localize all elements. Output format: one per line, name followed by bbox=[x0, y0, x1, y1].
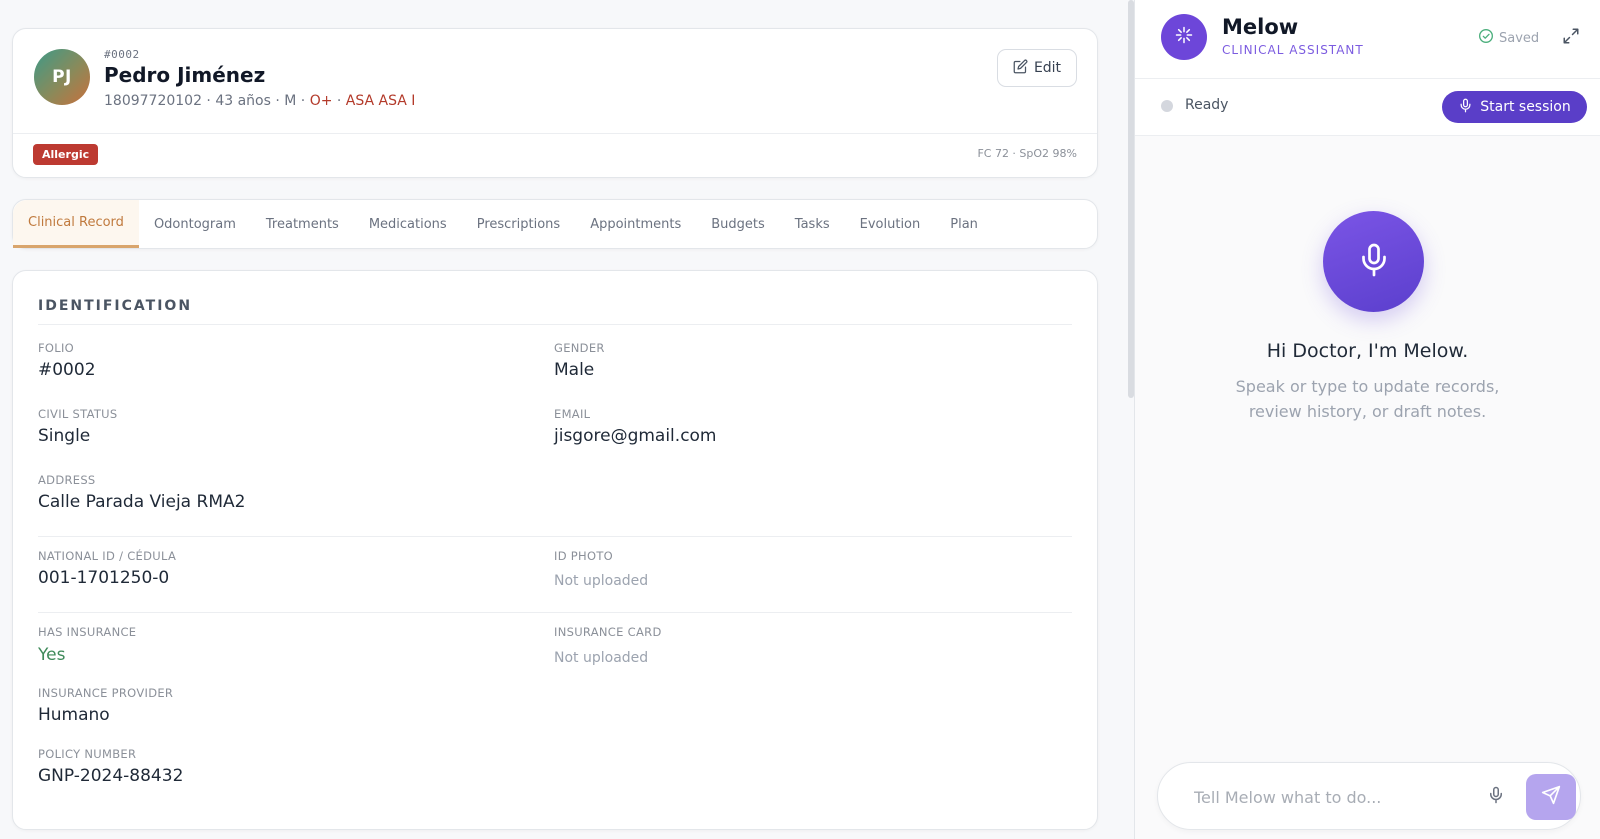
status-text: Ready bbox=[1185, 97, 1229, 113]
mic-icon bbox=[1356, 242, 1392, 282]
address-label: ADDRESS bbox=[38, 473, 96, 487]
mic-icon bbox=[1458, 98, 1473, 117]
greeting-line: review history, or draft notes. bbox=[1248, 402, 1487, 421]
insurance-provider-label: INSURANCE PROVIDER bbox=[38, 686, 174, 700]
has-insurance-value: Yes bbox=[38, 645, 66, 665]
patient-name: Pedro Jiménez bbox=[104, 63, 266, 87]
gender-value: Male bbox=[554, 360, 595, 380]
national-id-value: 001-1701250-0 bbox=[38, 568, 170, 588]
divider bbox=[38, 324, 1072, 325]
divider bbox=[1135, 135, 1600, 136]
id-photo-value: Not uploaded bbox=[554, 573, 649, 589]
civil-status-label: CIVIL STATUS bbox=[38, 407, 118, 421]
insurance-card-value: Not uploaded bbox=[554, 650, 649, 666]
asa-classification: ASA ASA I bbox=[345, 93, 416, 109]
policy-number-label: POLICY NUMBER bbox=[38, 747, 137, 761]
id-photo-label: ID PHOTO bbox=[554, 549, 614, 563]
tab-odontogram[interactable]: Odontogram bbox=[139, 200, 251, 248]
national-id-label: NATIONAL ID / CÉDULA bbox=[38, 549, 177, 563]
sparkle-icon bbox=[1174, 25, 1194, 49]
tab-tasks[interactable]: Tasks bbox=[780, 200, 845, 248]
start-session-button[interactable]: Start session bbox=[1442, 91, 1587, 123]
voice-mic-button[interactable] bbox=[1323, 211, 1424, 312]
record-tabs-card: Clinical Record Odontogram Treatments Me… bbox=[12, 199, 1098, 249]
status-dot bbox=[1161, 100, 1173, 112]
send-button[interactable] bbox=[1526, 774, 1576, 820]
patient-meta-separator: · bbox=[332, 93, 346, 109]
assistant-greeting-subtext: Speak or type to update records, review … bbox=[1135, 374, 1600, 424]
patient-record-panel: PJ #0002 Pedro Jiménez 18097720102 · 43 … bbox=[0, 0, 1128, 839]
tab-appointments[interactable]: Appointments bbox=[575, 200, 696, 248]
mic-icon bbox=[1487, 786, 1505, 808]
vitals-summary: FC 72 · SpO2 98% bbox=[977, 147, 1077, 160]
policy-number-value: GNP-2024-88432 bbox=[38, 766, 184, 786]
edit-icon bbox=[1013, 59, 1028, 78]
insurance-provider-value: Humano bbox=[38, 705, 110, 725]
folio-label: FOLIO bbox=[38, 341, 75, 355]
civil-status-value: Single bbox=[38, 426, 91, 446]
expand-icon bbox=[1562, 27, 1580, 49]
chat-input[interactable] bbox=[1194, 785, 1474, 809]
check-circle-icon bbox=[1478, 28, 1494, 48]
section-title: IDENTIFICATION bbox=[38, 298, 193, 314]
assistant-name: Melow bbox=[1222, 15, 1299, 39]
patient-avatar: PJ bbox=[34, 49, 90, 105]
divider bbox=[1135, 78, 1600, 79]
address-value: Calle Parada Vieja RMA2 bbox=[38, 492, 246, 512]
has-insurance-label: HAS INSURANCE bbox=[38, 625, 137, 639]
gender-label: GENDER bbox=[554, 341, 605, 355]
saved-status: Saved bbox=[1478, 28, 1539, 48]
tab-treatments[interactable]: Treatments bbox=[251, 200, 354, 248]
chat-input-bar bbox=[1157, 762, 1581, 830]
tab-evolution[interactable]: Evolution bbox=[845, 200, 936, 248]
tab-plan[interactable]: Plan bbox=[935, 200, 993, 248]
start-session-label: Start session bbox=[1480, 99, 1571, 115]
tab-medications[interactable]: Medications bbox=[354, 200, 462, 248]
melow-logo bbox=[1161, 14, 1207, 60]
patient-header-card: PJ #0002 Pedro Jiménez 18097720102 · 43 … bbox=[12, 28, 1098, 178]
send-icon bbox=[1541, 785, 1561, 809]
greeting-line: Speak or type to update records, bbox=[1235, 377, 1500, 396]
tab-clinical-record[interactable]: Clinical Record bbox=[13, 200, 139, 248]
assistant-greeting: Hi Doctor, I'm Melow. bbox=[1266, 340, 1469, 362]
edit-label: Edit bbox=[1033, 60, 1062, 76]
saved-label: Saved bbox=[1499, 30, 1540, 46]
patient-meta: 18097720102 · 43 años · M · O+ · ASA ASA… bbox=[104, 93, 415, 109]
assistant-panel: Melow CLINICAL ASSISTANT Saved Ready Sta… bbox=[1134, 0, 1600, 839]
edit-patient-button[interactable]: Edit bbox=[997, 49, 1077, 87]
divider bbox=[13, 133, 1097, 134]
email-label: EMAIL bbox=[554, 407, 591, 421]
tab-prescriptions[interactable]: Prescriptions bbox=[462, 200, 575, 248]
folio-value: #0002 bbox=[38, 360, 96, 380]
tab-budgets[interactable]: Budgets bbox=[696, 200, 780, 248]
insurance-card-label: INSURANCE CARD bbox=[554, 625, 662, 639]
divider bbox=[38, 612, 1072, 613]
input-mic-button[interactable] bbox=[1484, 785, 1508, 809]
divider bbox=[38, 536, 1072, 537]
assistant-subtitle: CLINICAL ASSISTANT bbox=[1222, 43, 1364, 57]
patient-folio-tag: #0002 bbox=[104, 48, 140, 61]
patient-meta-plain: 18097720102 · 43 años · M · bbox=[104, 93, 310, 109]
record-tabs: Clinical Record Odontogram Treatments Me… bbox=[13, 200, 993, 248]
identification-card: IDENTIFICATION FOLIO #0002 GENDER Male C… bbox=[12, 270, 1098, 830]
email-value: jisgore@gmail.com bbox=[554, 426, 717, 446]
allergy-badge: Allergic bbox=[33, 144, 99, 165]
blood-type: O+ bbox=[309, 93, 333, 109]
expand-button[interactable] bbox=[1559, 26, 1583, 50]
